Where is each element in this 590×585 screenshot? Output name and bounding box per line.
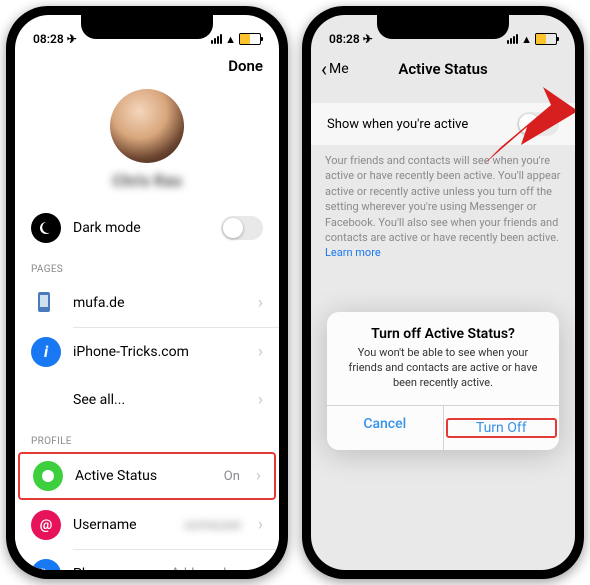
phone-label: Phone (73, 566, 113, 571)
location-icon: ✈︎ (67, 32, 77, 46)
username-label: Username (73, 517, 137, 533)
active-status-icon (33, 461, 63, 491)
profile-section: PROFILE (15, 424, 279, 451)
phone-left: 08:28 ✈︎ ▲ Done Chris Rau Dark mode PAGE… (6, 6, 288, 579)
wifi-icon: ▲ (521, 33, 532, 46)
active-status-value: On (224, 469, 240, 484)
phone-icon (31, 559, 61, 571)
dark-mode-label: Dark mode (73, 220, 141, 236)
show-active-label: Show when you're active (327, 117, 468, 132)
signal-icon (211, 34, 222, 44)
phone-value: Add number (171, 566, 242, 570)
done-button[interactable]: Done (228, 57, 263, 75)
phone-right: 08:28 ✈︎ ▲ ‹Me Active Status Show when y… (302, 6, 584, 579)
cancel-button[interactable]: Cancel (327, 406, 443, 450)
battery-icon (239, 33, 261, 45)
status-right: ▲ (211, 33, 261, 46)
header: Done (15, 53, 279, 85)
active-status-label: Active Status (75, 468, 157, 484)
confirm-dialog: Turn off Active Status? You won't be abl… (327, 312, 559, 450)
signal-icon (507, 34, 518, 44)
notch (377, 15, 509, 39)
status-right: ▲ (507, 33, 557, 46)
username-value: someuser (184, 518, 242, 533)
moon-icon (31, 213, 61, 243)
spacer (31, 385, 61, 415)
back-label: Me (329, 61, 349, 77)
dark-mode-row[interactable]: Dark mode (15, 204, 279, 252)
username-row[interactable]: @ Username someuser › (15, 501, 279, 549)
location-icon: ✈︎ (363, 32, 373, 46)
page-title: Active Status (398, 60, 487, 78)
avatar[interactable] (110, 89, 184, 163)
status-time: 08:28 ✈︎ (33, 32, 77, 46)
chevron-icon: › (258, 515, 263, 535)
battery-icon (535, 33, 557, 45)
user-name: Chris Rau (15, 171, 279, 190)
dialog-title: Turn off Active Status? (327, 312, 559, 346)
page-icon: i (31, 337, 61, 367)
learn-more-link[interactable]: Learn more (325, 246, 381, 259)
chevron-icon: › (258, 293, 263, 313)
screen-left: 08:28 ✈︎ ▲ Done Chris Rau Dark mode PAGE… (15, 15, 279, 570)
dialog-buttons: Cancel Turn Off (327, 405, 559, 450)
wifi-icon: ▲ (225, 33, 236, 46)
screen-right: 08:28 ✈︎ ▲ ‹Me Active Status Show when y… (311, 15, 575, 570)
status-time: 08:28 ✈︎ (329, 32, 373, 46)
page-mufa[interactable]: mufa.de › (15, 279, 279, 327)
chevron-left-icon: ‹ (321, 57, 327, 81)
arrow-annotation (473, 87, 575, 187)
see-all-button[interactable]: See all... › (15, 376, 279, 424)
chevron-icon: › (256, 466, 261, 486)
notch (81, 15, 213, 39)
chevron-icon: › (258, 390, 263, 410)
username-icon: @ (31, 510, 61, 540)
pages-section: PAGES (15, 252, 279, 279)
turn-off-button[interactable]: Turn Off (443, 406, 560, 450)
see-all-label: See all... (73, 392, 125, 408)
phone-row[interactable]: Phone Add number › (15, 550, 279, 571)
chevron-icon: › (258, 564, 263, 571)
nav-bar: ‹Me Active Status (311, 53, 575, 87)
chevron-icon: › (258, 342, 263, 362)
page-icon (31, 288, 61, 318)
page-label: iPhone-Tricks.com (73, 344, 189, 360)
dark-mode-toggle[interactable] (221, 216, 263, 240)
dialog-text: You won't be able to see when your frien… (327, 346, 559, 405)
page-tricks[interactable]: i iPhone-Tricks.com › (15, 328, 279, 376)
active-status-row[interactable]: Active Status On › (18, 452, 276, 500)
back-button[interactable]: ‹Me (321, 57, 349, 81)
page-label: mufa.de (73, 295, 125, 311)
